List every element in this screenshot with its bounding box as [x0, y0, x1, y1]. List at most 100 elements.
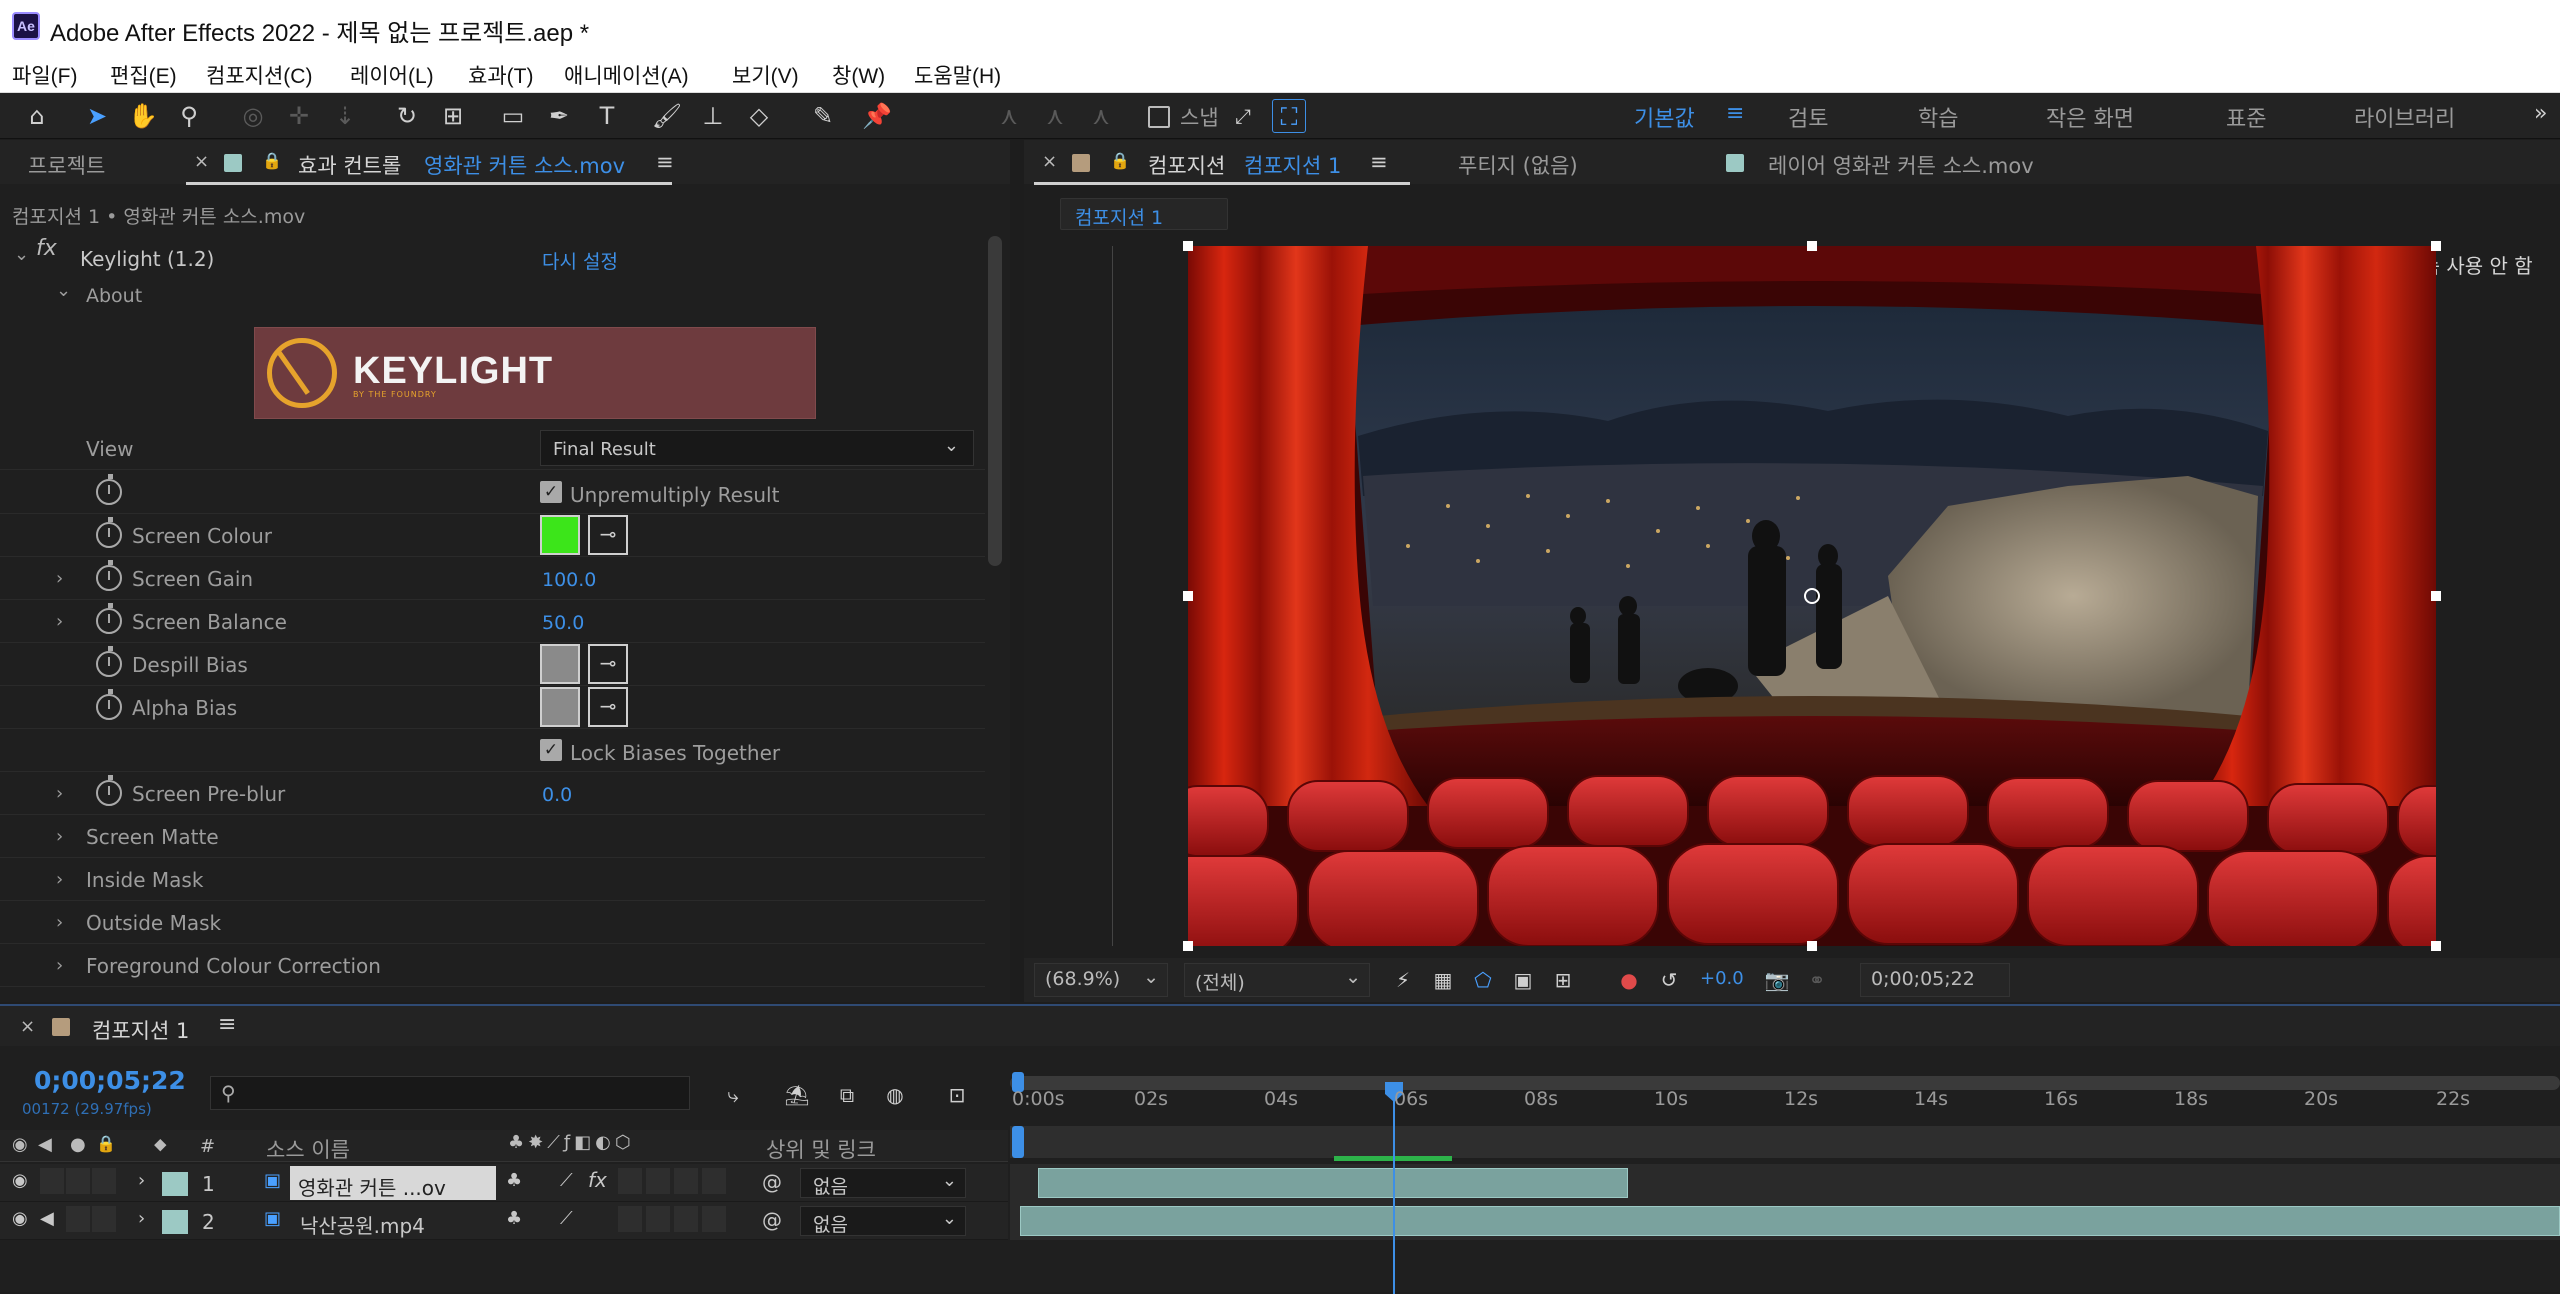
close-tab-icon[interactable]: × — [194, 151, 209, 172]
work-area-start-marker[interactable] — [1012, 1126, 1024, 1158]
close-tab-icon[interactable]: × — [20, 1016, 35, 1037]
exposure-value[interactable]: +0.0 — [1700, 968, 1744, 989]
twirl-closed-icon[interactable]: › — [56, 912, 63, 933]
menu-help[interactable]: 도움말(H) — [914, 60, 1001, 90]
mask-visibility-icon[interactable]: ⬠ — [1466, 963, 1500, 997]
switch-cell[interactable] — [646, 1206, 670, 1232]
effect-controls-scrollbar[interactable] — [988, 236, 1002, 566]
solo-toggle-icon[interactable]: ● — [70, 1134, 86, 1155]
local-axis-mode-icon[interactable]: ⋏ — [992, 99, 1026, 133]
transform-handle[interactable] — [1807, 241, 1817, 251]
clone-stamp-tool-icon[interactable]: ⊥ — [696, 99, 730, 133]
layer-row-1[interactable]: ◉ › 1 ▣ 영화관 커튼 ...ov ♣ ⟋ fx @ 없음 ⌄ — [0, 1164, 1008, 1202]
lock-cell[interactable] — [92, 1168, 116, 1194]
draft-3d-icon[interactable]: ⛱ — [780, 1078, 814, 1112]
outside-mask-row[interactable]: › Outside Mask — [0, 901, 985, 944]
menu-view[interactable]: 보기(V) — [732, 60, 799, 90]
screen-matte-row[interactable]: › Screen Matte — [0, 815, 985, 858]
despill-bias-swatch[interactable] — [540, 644, 580, 684]
tab-project[interactable]: 프로젝트 — [28, 150, 105, 180]
eyedropper-icon[interactable]: ⊸ — [588, 687, 628, 727]
twirl-open-icon[interactable]: ⌄ — [56, 280, 71, 301]
stopwatch-icon[interactable] — [96, 517, 122, 548]
transform-handle[interactable] — [2431, 241, 2441, 251]
switch-cell[interactable] — [674, 1206, 698, 1232]
view-axis-mode-icon[interactable]: ⋏ — [1084, 99, 1118, 133]
layer-2-clip-bar[interactable] — [1020, 1206, 2560, 1236]
panel-menu-icon[interactable]: ≡ — [218, 1012, 236, 1037]
work-area-bar[interactable] — [1010, 1126, 2560, 1158]
home-icon[interactable]: ⌂ — [20, 99, 54, 133]
menu-composition[interactable]: 컴포지션(C) — [206, 60, 312, 90]
eyedropper-icon[interactable]: ⊸ — [588, 644, 628, 684]
layer-name-field[interactable]: 영화관 커튼 ...ov — [290, 1166, 496, 1200]
tab-layer[interactable]: 레이어 영화관 커튼 소스.mov — [1768, 150, 2034, 180]
reset-link[interactable]: 다시 설정 — [542, 247, 618, 274]
tab-effect-controls-label[interactable]: 효과 컨트롤 — [298, 150, 401, 180]
comp-breadcrumb[interactable]: 컴포지션 1 — [1060, 198, 1228, 230]
tab-effect-controls-layer[interactable]: 영화관 커튼 소스.mov — [424, 150, 625, 180]
menu-effect[interactable]: 효과(T) — [468, 60, 533, 90]
layer-row-2[interactable]: ◉ ◀ › 2 ▣ 낙산공원.mp4 ♣ ⟋ @ 없음 ⌄ — [0, 1202, 1008, 1240]
show-snapshot-icon[interactable]: ⚭ — [1800, 963, 1834, 997]
resolution-dropdown[interactable]: (전체) ⌄ — [1184, 963, 1370, 997]
solo-cell[interactable] — [66, 1206, 90, 1232]
audio-speaker-icon[interactable]: ◀ — [40, 1208, 54, 1229]
pen-tool-icon[interactable]: ✒ — [542, 99, 576, 133]
quality-switch-icon[interactable]: ⟋ — [560, 1170, 573, 1191]
workspace-review[interactable]: 검토 — [1788, 101, 1828, 133]
fast-previews-icon[interactable]: ⚡ — [1386, 963, 1420, 997]
switch-cell[interactable] — [618, 1168, 642, 1194]
pick-whip-icon[interactable]: @ — [762, 1170, 782, 1194]
stopwatch-icon[interactable] — [96, 560, 122, 591]
parent-dropdown[interactable]: 없음 ⌄ — [800, 1206, 966, 1236]
stopwatch-icon[interactable] — [96, 603, 122, 634]
type-tool-icon[interactable]: T — [590, 99, 624, 133]
transform-handle[interactable] — [2431, 941, 2441, 951]
tab-composition-name[interactable]: 컴포지션 1 — [1244, 150, 1341, 180]
snap-checkbox[interactable] — [1148, 106, 1170, 128]
view-dropdown[interactable]: Final Result ⌄ — [540, 430, 974, 466]
timecode-display[interactable]: 0;00;05;22 — [1860, 963, 2010, 997]
stopwatch-icon[interactable] — [96, 646, 122, 677]
panel-menu-icon[interactable]: ≡ — [1370, 150, 1388, 174]
transform-handle[interactable] — [2431, 591, 2441, 601]
lock-biases-checkbox[interactable]: ✓ — [540, 739, 562, 761]
twirl-closed-icon[interactable]: › — [138, 1208, 145, 1229]
workspace-learn[interactable]: 학습 — [1918, 101, 1958, 133]
stopwatch-icon[interactable] — [96, 474, 122, 505]
frame-blending-icon[interactable]: ◍ — [878, 1078, 912, 1112]
foreground-colour-correction-row[interactable]: › Foreground Colour Correction — [0, 944, 985, 987]
zoom-tool-icon[interactable]: ⚲ — [172, 99, 206, 133]
screen-colour-swatch[interactable] — [540, 515, 580, 555]
playhead-line[interactable] — [1393, 1096, 1395, 1294]
twirl-closed-icon[interactable]: › — [56, 955, 63, 976]
color-channels-icon[interactable]: ● — [1612, 963, 1646, 997]
workspace-default[interactable]: 기본값 — [1634, 101, 1695, 133]
orbit-camera-icon[interactable]: ◎ — [236, 99, 270, 133]
hide-shy-layers-icon[interactable]: ⧉ — [830, 1078, 864, 1112]
twirl-closed-icon[interactable]: › — [56, 869, 63, 890]
transform-handle[interactable] — [1807, 941, 1817, 951]
timeline-comp-tab[interactable]: 컴포지션 1 — [92, 1015, 189, 1045]
rectangle-tool-icon[interactable]: ▭ — [496, 99, 530, 133]
quality-switch-icon[interactable]: ⟋ — [560, 1208, 573, 1229]
switch-cell[interactable] — [618, 1206, 642, 1232]
world-axis-mode-icon[interactable]: ⋏ — [1038, 99, 1072, 133]
roto-brush-tool-icon[interactable]: ✎ — [806, 99, 840, 133]
workspace-menu-icon[interactable]: ≡ — [1726, 101, 1744, 126]
visibility-eye-icon[interactable]: ◉ — [12, 1208, 28, 1229]
tab-composition-label[interactable]: 컴포지션 — [1148, 150, 1225, 180]
reset-exposure-icon[interactable]: ↺ — [1652, 963, 1686, 997]
alpha-bias-swatch[interactable] — [540, 687, 580, 727]
transform-handle[interactable] — [1183, 241, 1193, 251]
twirl-closed-icon[interactable]: › — [56, 611, 63, 632]
grid-guides-icon[interactable]: ⊞ — [1546, 963, 1580, 997]
stopwatch-icon[interactable] — [96, 775, 122, 806]
menu-window[interactable]: 창(W) — [832, 60, 885, 90]
snap-options-icon[interactable]: ⤢ — [1226, 99, 1260, 133]
fx-icon[interactable]: fx — [36, 236, 57, 261]
camera-snapshot-icon[interactable]: 📷 — [1760, 963, 1794, 997]
pan-camera-icon[interactable]: ✛ — [282, 99, 316, 133]
inside-mask-row[interactable]: › Inside Mask — [0, 858, 985, 901]
